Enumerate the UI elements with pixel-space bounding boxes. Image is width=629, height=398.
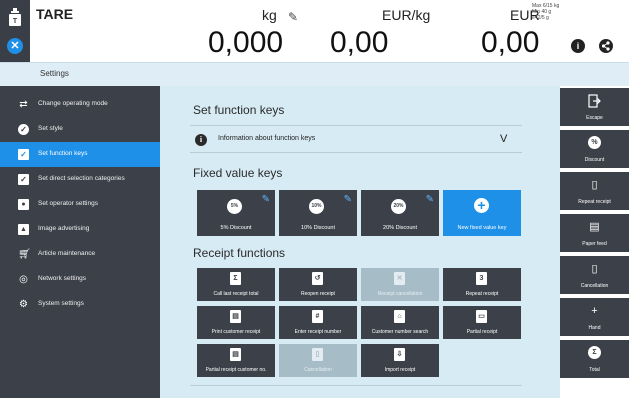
divider — [190, 385, 522, 386]
close-icon[interactable]: ✕ — [7, 38, 23, 54]
section-title-receipt-functions: Receipt functions — [193, 246, 286, 260]
trash-icon: ▯ — [591, 263, 598, 275]
partial-receipt-icon: ▭ — [476, 310, 487, 323]
edit-icon[interactable]: ✎ — [426, 194, 434, 205]
sidebar-item-system-settings[interactable]: ⚙ System settings — [0, 292, 160, 317]
percent-badge-icon: 5% — [227, 199, 242, 214]
receipt-key-cancellation: ▯ Cancellation — [279, 344, 357, 377]
price-unit: EUR/kg — [382, 7, 431, 23]
fixed-key-10-discount[interactable]: 10% ✎ 10% Discount — [279, 190, 357, 236]
sidebar-item-article-maintenance[interactable]: 🛒︎ Article maintenance — [0, 242, 160, 267]
checkbox-icon: ✓ — [18, 174, 29, 185]
expand-toggle[interactable]: V — [500, 133, 507, 145]
sidebar-item-network-settings[interactable]: ◎ Network settings — [0, 267, 160, 292]
receipt-key-enter-receipt-number[interactable]: # Enter receipt number — [279, 306, 357, 339]
tare-label: TARE — [36, 6, 74, 22]
operator-icon: ● — [18, 199, 29, 210]
section-title-function-keys: Set function keys — [193, 103, 285, 117]
escape-button[interactable]: Escape — [560, 88, 629, 128]
receipt-cancel-icon: ✕ — [394, 272, 405, 285]
info-icon: i — [195, 134, 207, 146]
receipt-key-partial-receipt[interactable]: ▭ Partial receipt — [443, 306, 521, 339]
reopen-receipt-icon: ↺ — [312, 272, 323, 285]
sidebar-item-image-advertising[interactable]: ▲ Image advertising — [0, 217, 160, 242]
paper-feed-button[interactable]: ▤ Paper feed — [560, 214, 629, 254]
image-icon: ▲ — [18, 224, 29, 235]
svg-text:T: T — [13, 18, 18, 25]
repeat-receipt-icon: 3 — [476, 272, 487, 285]
main-content: Set function keys i Information about fu… — [160, 86, 560, 398]
receipt-key-import-receipt[interactable]: ⇩ Import receipt — [361, 344, 439, 377]
repeat-receipt-icon: ▯ — [591, 179, 598, 191]
checkbox-icon: ✓ — [18, 149, 29, 160]
page-title: Settings — [40, 69, 69, 78]
check-circle-icon: ✓ — [18, 124, 29, 135]
weighing-display: T ✕ TARE kg ✎ EUR/kg EUR Max 6/15 kg Min… — [0, 0, 629, 62]
receipt-key-partial-receipt-customer-no[interactable]: ▤ Partial receipt customer no. — [197, 344, 275, 377]
share-glyph-icon — [601, 41, 610, 51]
receipt-key-receipt-cancellation: ✕ Receipt cancellation — [361, 268, 439, 301]
exit-icon — [588, 94, 601, 108]
share-icon[interactable] — [599, 39, 613, 53]
plus-icon: + — [474, 198, 489, 213]
sidebar-item-set-function-keys[interactable]: ✓ Set function keys — [0, 142, 160, 167]
total-button[interactable]: Σ Total — [560, 340, 629, 380]
percent-badge-icon: 10% — [309, 199, 324, 214]
plus-icon: + — [591, 305, 598, 317]
partial-receipt-printer-icon: ▤ — [230, 348, 241, 361]
price-value: 0,00 — [330, 26, 389, 59]
cart-icon: 🛒︎ — [18, 249, 31, 260]
receipt-key-reopen-receipt[interactable]: ↺ Reopen receipt — [279, 268, 357, 301]
pencil-icon[interactable]: ✎ — [288, 10, 298, 24]
cancellation-button[interactable]: ▯ Cancellation — [560, 256, 629, 296]
repeat-receipt-button[interactable]: ▯ Repeat receipt — [560, 172, 629, 212]
percent-badge-icon: 20% — [391, 199, 406, 214]
sigma-icon: Σ — [588, 346, 601, 359]
network-icon: ◎ — [19, 274, 28, 285]
weight-icon: T — [9, 8, 21, 26]
fixed-key-20-discount[interactable]: 20% ✎ 20% Discount — [361, 190, 439, 236]
action-bar: Escape % Discount ▯ Repeat receipt ▤ Pap… — [560, 86, 629, 398]
swap-arrows-icon: ⇄ — [19, 99, 28, 110]
receipt-key-customer-number-search[interactable]: ⌂ Customer number search — [361, 306, 439, 339]
sidebar-item-set-style[interactable]: ✓ Set style — [0, 117, 160, 142]
basket-icon: ⌂ — [394, 310, 405, 323]
hand-button[interactable]: + Hand — [560, 298, 629, 338]
new-fixed-value-key-button[interactable]: + New fixed value key — [443, 190, 521, 236]
receipt-sum-icon: Σ — [230, 272, 241, 285]
settings-header: Settings — [0, 62, 629, 86]
gear-icon: ⚙ — [19, 299, 28, 310]
printer-icon: ▤ — [589, 221, 600, 233]
tare-strip: T ✕ — [0, 0, 30, 62]
sidebar-item-set-direct-selection-categories[interactable]: ✓ Set direct selection categories — [0, 167, 160, 192]
sidebar: ⇄ Change operating mode ✓ Set style ✓ Se… — [0, 86, 160, 398]
import-receipt-icon: ⇩ — [394, 348, 405, 361]
info-function-keys-row[interactable]: i Information about function keys V — [190, 131, 522, 151]
divider — [190, 152, 522, 153]
info-icon[interactable]: i — [571, 39, 585, 53]
receipt-key-repeat-receipt[interactable]: 3 Repeat receipt — [443, 268, 521, 301]
receipt-number-icon: # — [312, 310, 323, 323]
edit-icon[interactable]: ✎ — [262, 194, 270, 205]
receipt-key-print-customer-receipt[interactable]: ▤ Print customer receipt — [197, 306, 275, 339]
fixed-key-5-discount[interactable]: 5% ✎ 5% Discount — [197, 190, 275, 236]
weight-unit: kg — [262, 7, 277, 23]
discount-button[interactable]: % Discount — [560, 130, 629, 170]
percent-icon: % — [588, 136, 601, 149]
sidebar-item-set-operator-settings[interactable]: ● Set operator settings — [0, 192, 160, 217]
total-value: 0,00 — [481, 26, 540, 59]
sidebar-item-change-operating-mode[interactable]: ⇄ Change operating mode — [0, 92, 160, 117]
edit-icon[interactable]: ✎ — [344, 194, 352, 205]
receipt-key-call-last-receipt-total[interactable]: Σ Call last receipt total — [197, 268, 275, 301]
scale-specs: Max 6/15 kg Min 40 g e=2/5 g — [532, 3, 560, 21]
trash-icon: ▯ — [312, 348, 323, 361]
divider — [190, 125, 522, 126]
printer-icon: ▤ — [230, 310, 241, 323]
weight-value: 0,000 — [208, 26, 284, 59]
section-title-fixed-value-keys: Fixed value keys — [193, 166, 283, 180]
